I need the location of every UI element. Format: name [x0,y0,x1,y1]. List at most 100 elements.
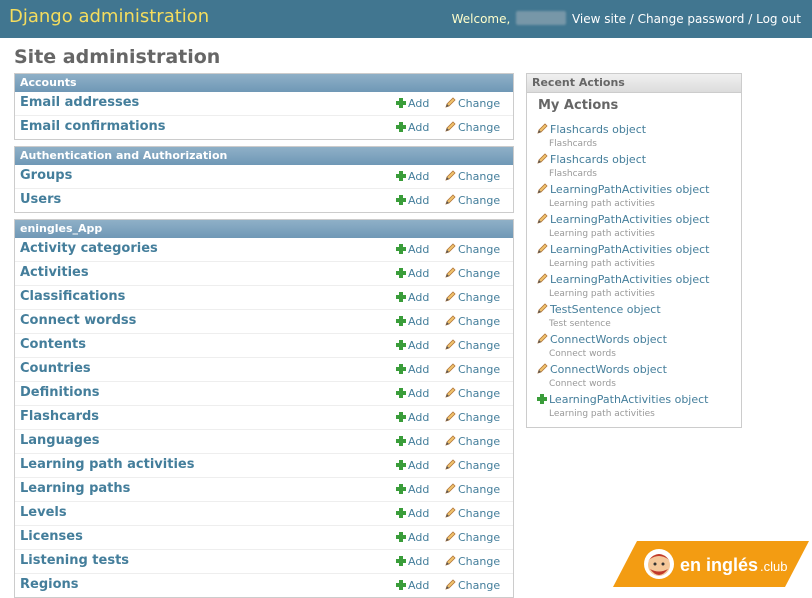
model-link[interactable]: Connect wordss [20,313,136,328]
model-link[interactable]: Users [20,192,61,207]
recent-action-link[interactable]: LearningPathActivities object [537,393,709,406]
model-link[interactable]: Countries [20,361,91,376]
plus-icon [396,268,406,278]
add-link[interactable]: Add [396,387,429,400]
change-password-link[interactable]: Change password [638,12,745,26]
recent-action-link[interactable]: Flashcards object [537,153,646,166]
recent-action-label: Flashcards object [550,153,647,166]
model-link[interactable]: Licenses [20,529,83,544]
separator: / [748,12,753,26]
change-link[interactable]: Change [445,243,500,256]
module-caption[interactable]: Authentication and Authorization [15,147,513,165]
add-link[interactable]: Add [396,339,429,352]
plus-icon [396,98,406,108]
add-link[interactable]: Add [396,243,429,256]
my-actions-title: My Actions [538,98,619,113]
add-link[interactable]: Add [396,555,429,568]
change-label: Change [458,411,501,424]
model-link[interactable]: Definitions [20,385,100,400]
change-link[interactable]: Change [445,555,500,568]
module-caption[interactable]: eningles_App [15,220,513,238]
model-link[interactable]: Classifications [20,289,125,304]
add-label: Add [408,121,430,134]
change-link[interactable]: Change [445,483,500,496]
plus-icon [396,580,406,590]
model-link[interactable]: Email confirmations [20,119,166,134]
recent-action-label: ConnectWords object [550,363,667,376]
model-row: Classifications Add Change [15,286,513,310]
model-link[interactable]: Languages [20,433,100,448]
add-link[interactable]: Add [396,579,429,592]
recent-action-link[interactable]: LearningPathActivities object [537,243,710,256]
welcome-text: Welcome, [451,12,511,26]
model-link[interactable]: Contents [20,337,86,352]
add-link[interactable]: Add [396,531,429,544]
change-link[interactable]: Change [445,170,500,183]
change-label: Change [458,483,501,496]
module-caption[interactable]: Accounts [15,74,513,92]
model-row: Learning paths Add Change [15,478,513,502]
recent-action-label: TestSentence object [550,303,661,316]
model-link[interactable]: Activities [20,265,89,280]
change-link[interactable]: Change [445,363,500,376]
recent-action-link[interactable]: LearningPathActivities object [537,183,710,196]
model-link[interactable]: Learning path activities [20,457,194,472]
model-link[interactable]: Activity categories [20,241,158,256]
add-link[interactable]: Add [396,121,429,134]
logout-link[interactable]: Log out [756,12,801,26]
recent-action-link[interactable]: ConnectWords object [537,333,667,346]
add-link[interactable]: Add [396,315,429,328]
pencil-icon [445,387,458,400]
change-link[interactable]: Change [445,97,500,110]
plus-icon [396,556,406,566]
recent-action-link[interactable]: LearningPathActivities object [537,213,710,226]
pencil-icon [445,411,458,424]
model-link[interactable]: Groups [20,168,72,183]
add-link[interactable]: Add [396,170,429,183]
add-link[interactable]: Add [396,507,429,520]
recent-action-item: TestSentence object Test sentence [537,298,737,329]
change-label: Change [458,507,501,520]
change-link[interactable]: Change [445,315,500,328]
change-link[interactable]: Change [445,579,500,592]
change-link[interactable]: Change [445,531,500,544]
plus-icon [537,394,547,404]
separator: / [629,12,634,26]
view-site-link[interactable]: View site [572,12,626,26]
model-link[interactable]: Listening tests [20,553,129,568]
model-link[interactable]: Flashcards [20,409,99,424]
change-link[interactable]: Change [445,435,500,448]
add-link[interactable]: Add [396,459,429,472]
change-link[interactable]: Change [445,339,500,352]
pencil-icon [445,170,458,183]
add-link[interactable]: Add [396,411,429,424]
change-link[interactable]: Change [445,387,500,400]
recent-action-link[interactable]: LearningPathActivities object [537,273,710,286]
recent-action-link[interactable]: ConnectWords object [537,363,667,376]
pencil-icon [537,123,550,136]
change-link[interactable]: Change [445,194,500,207]
add-link[interactable]: Add [396,291,429,304]
change-link[interactable]: Change [445,121,500,134]
change-link[interactable]: Change [445,267,500,280]
site-branding[interactable]: Django administration [9,6,209,27]
recent-action-link[interactable]: Flashcards object [537,123,646,136]
add-link[interactable]: Add [396,363,429,376]
change-link[interactable]: Change [445,291,500,304]
change-link[interactable]: Change [445,507,500,520]
add-link[interactable]: Add [396,267,429,280]
model-link[interactable]: Email addresses [20,95,139,110]
model-link[interactable]: Learning paths [20,481,130,496]
plus-icon [396,388,406,398]
change-link[interactable]: Change [445,459,500,472]
add-link[interactable]: Add [396,483,429,496]
add-link[interactable]: Add [396,435,429,448]
add-link[interactable]: Add [396,97,429,110]
model-row: Learning path activities Add Change [15,454,513,478]
change-link[interactable]: Change [445,411,500,424]
pencil-icon [445,194,458,207]
add-link[interactable]: Add [396,194,429,207]
model-link[interactable]: Levels [20,505,67,520]
add-label: Add [408,507,430,520]
recent-action-link[interactable]: TestSentence object [537,303,661,316]
